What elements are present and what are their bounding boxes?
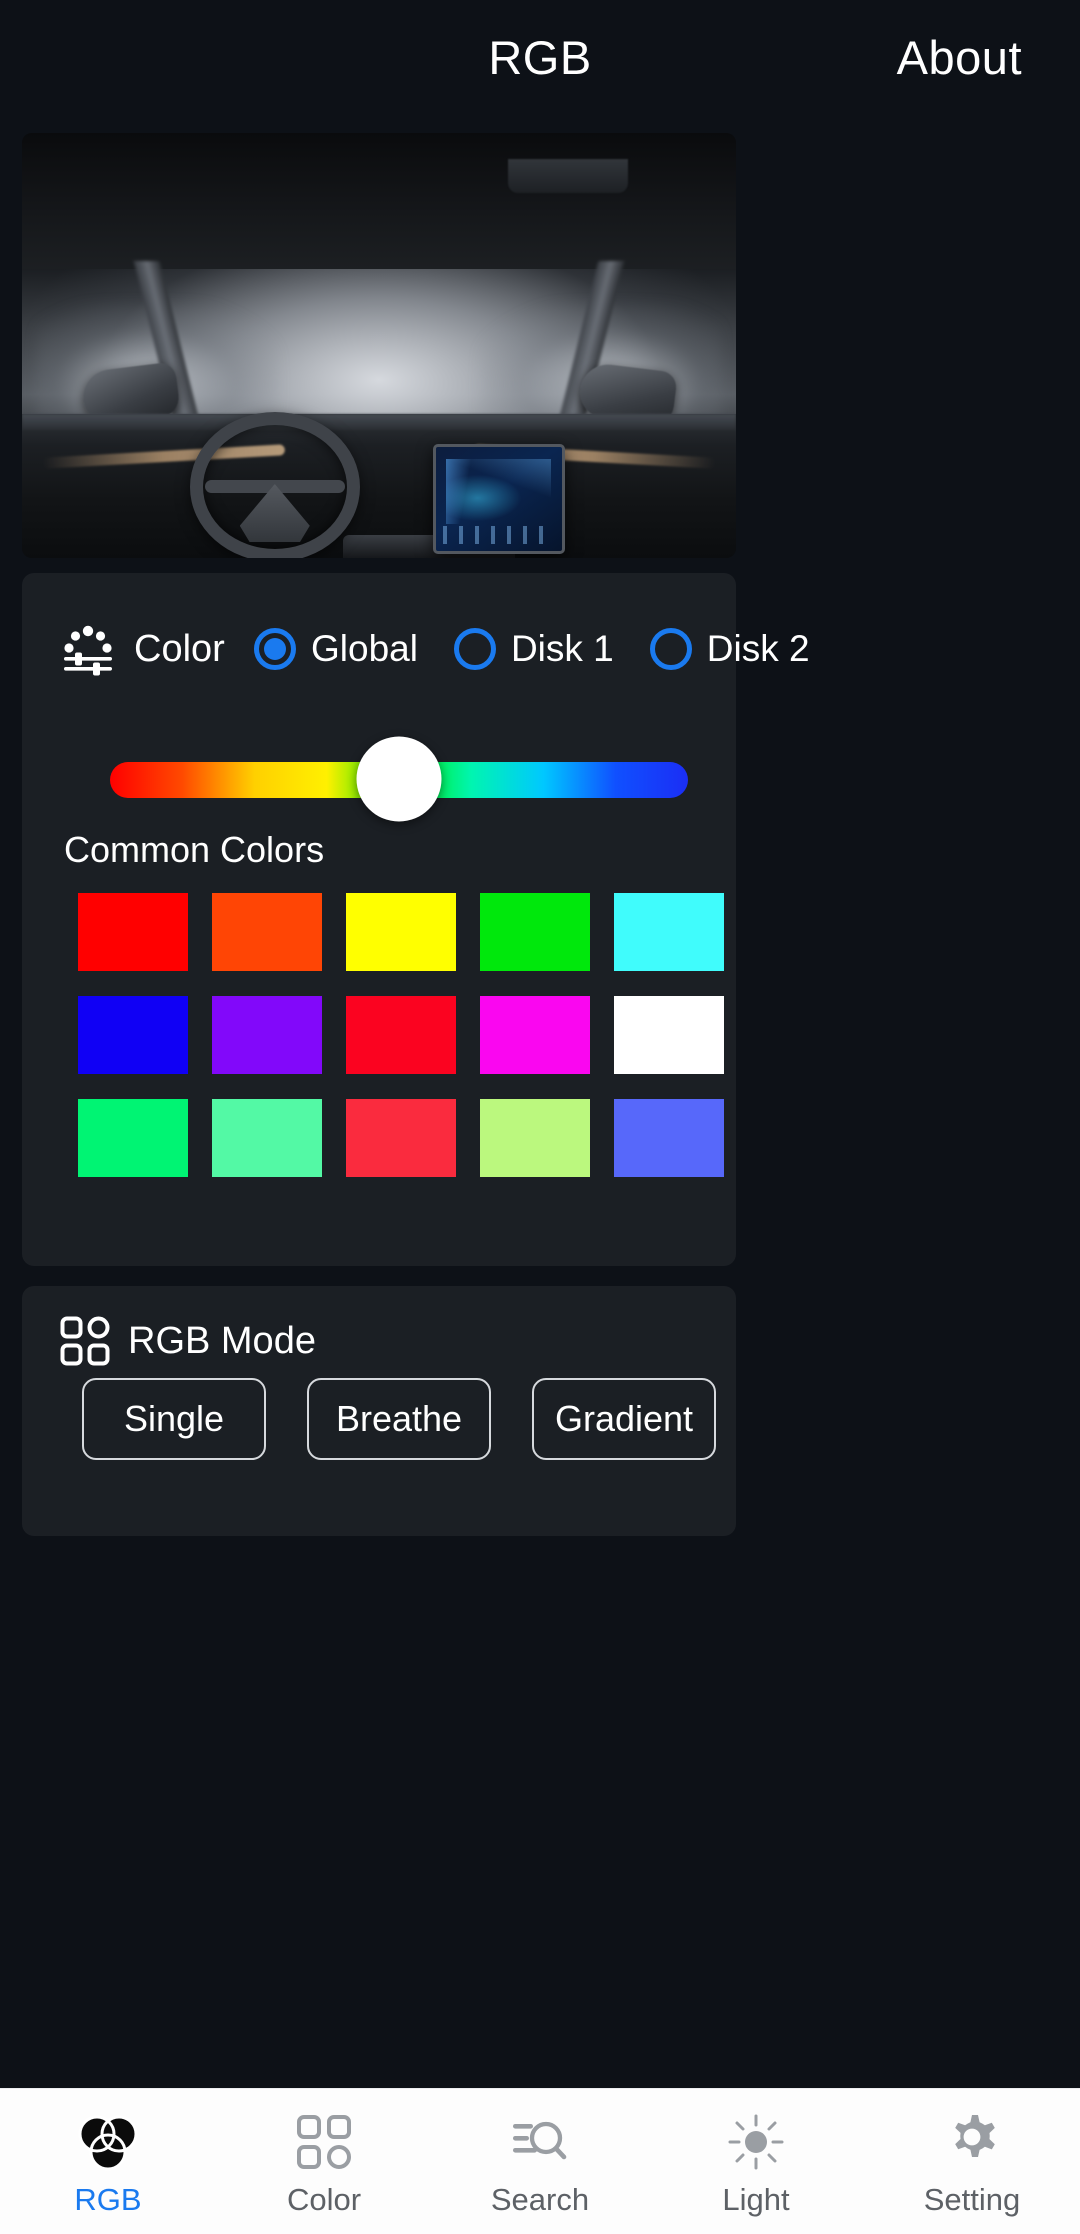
nav-label-light: Light — [722, 2182, 790, 2217]
swatch-crimson[interactable] — [346, 996, 456, 1074]
rgb-mode-title: RGB Mode — [128, 1319, 316, 1362]
steering-wheel — [189, 412, 360, 558]
radio-disk-2-label: Disk 2 — [706, 628, 810, 669]
color-section-title: Color — [134, 627, 225, 670]
nav-item-search[interactable]: Search — [432, 2089, 648, 2234]
gear-icon — [941, 2111, 1003, 2173]
color-section-header: Color — [60, 621, 225, 677]
swatch-magenta[interactable] — [480, 996, 590, 1074]
color-card: Color Global Disk 1 Disk 2 Common Colors — [22, 573, 810, 1266]
rgb-mode-header: RGB Mode — [60, 1316, 316, 1366]
color-target-radio-group: Global Disk 1 Disk 2 — [254, 623, 810, 675]
rgb-mode-button-group: Single Breathe Gradient — [82, 1378, 716, 1460]
nav-item-color[interactable]: Color — [216, 2089, 432, 2234]
radio-disk-1-indicator[interactable] — [453, 628, 496, 670]
dashboard — [22, 412, 736, 558]
nav-label-setting: Setting — [923, 2182, 1021, 2217]
nav-item-rgb[interactable]: RGB — [0, 2089, 216, 2234]
radio-disk-1[interactable]: Disk 1 — [453, 628, 614, 670]
swatch-periwinkle[interactable] — [614, 1099, 724, 1177]
color-slider-icon — [60, 621, 116, 677]
swatch-yellow[interactable] — [346, 893, 456, 971]
swatch-purple[interactable] — [212, 996, 322, 1074]
search-icon — [509, 2111, 571, 2173]
radio-disk-1-label: Disk 1 — [510, 628, 614, 669]
app-header: RGB About — [0, 0, 1080, 118]
radio-disk-2-indicator[interactable] — [649, 628, 692, 670]
swatch-green[interactable] — [480, 893, 590, 971]
hue-slider[interactable] — [110, 724, 688, 834]
swatch-red[interactable] — [78, 893, 188, 971]
radio-global-indicator[interactable] — [254, 628, 296, 670]
car-interior-preview — [22, 133, 736, 558]
rearview-mirror-mount — [507, 158, 628, 193]
mode-button-breathe[interactable]: Breathe — [307, 1378, 491, 1460]
radio-global-label: Global — [311, 628, 418, 669]
swatch-white[interactable] — [614, 996, 724, 1074]
nav-label-color: Color — [286, 2182, 362, 2217]
sun-icon — [725, 2111, 787, 2173]
rgb-venn-icon — [77, 2111, 139, 2173]
radio-global[interactable]: Global — [254, 628, 418, 670]
swatch-cyan[interactable] — [614, 893, 724, 971]
center-touchscreen — [432, 443, 565, 554]
swatch-spring-green[interactable] — [78, 1099, 188, 1177]
swatch-orange-red[interactable] — [212, 893, 322, 971]
swatch-light-green[interactable] — [480, 1099, 590, 1177]
mode-button-single[interactable]: Single — [82, 1378, 266, 1460]
rgb-mode-card: RGB Mode Single Breathe Gradient — [22, 1286, 736, 1536]
swatch-blue[interactable] — [78, 996, 188, 1074]
swatch-red-pink[interactable] — [346, 1099, 456, 1177]
mode-button-gradient[interactable]: Gradient — [532, 1378, 716, 1460]
car-interior-image — [22, 133, 736, 558]
nav-item-setting[interactable]: Setting — [864, 2089, 1080, 2234]
nav-item-light[interactable]: Light — [648, 2089, 864, 2234]
about-link[interactable]: About — [897, 30, 1022, 85]
common-colors-title: Common Colors — [64, 829, 325, 870]
radio-disk-2[interactable]: Disk 2 — [649, 628, 810, 670]
grid-color-icon — [293, 2111, 355, 2173]
bottom-navigation: RGB Color Search Light Setting — [0, 2088, 1080, 2234]
grid-mode-icon — [60, 1316, 110, 1366]
hue-slider-thumb[interactable] — [356, 736, 442, 822]
nav-label-search: Search — [490, 2182, 590, 2217]
common-colors-grid — [78, 893, 724, 1177]
swatch-mint[interactable] — [212, 1099, 322, 1177]
nav-label-rgb: RGB — [74, 2182, 142, 2217]
